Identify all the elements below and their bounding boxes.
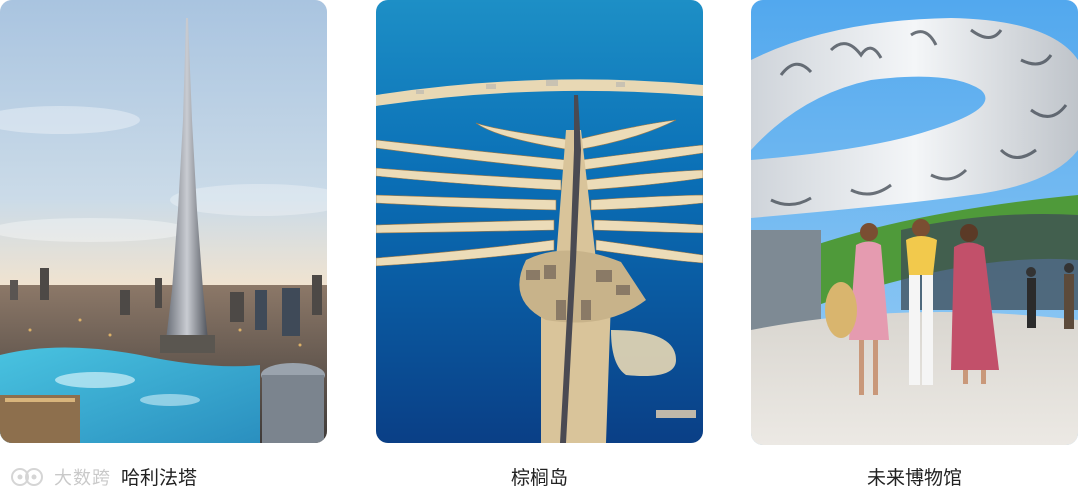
caption-burj-khalifa: 哈利法塔 — [120, 468, 197, 489]
burj-khalifa-image — [0, 0, 327, 443]
palm-island-image — [376, 0, 703, 443]
museum-of-future-image — [751, 0, 1078, 445]
watermark-text: 大数跨 — [54, 468, 111, 488]
watermark: 大数跨 — [10, 463, 111, 491]
burj-khalifa-card[interactable] — [0, 0, 327, 443]
caption-museum-of-future: 未来博物馆 — [866, 468, 962, 489]
caption-palm-island: 棕榈岛 — [510, 468, 568, 489]
palm-island-card[interactable] — [376, 0, 703, 443]
museum-of-future-card[interactable] — [751, 0, 1078, 445]
watermark-logo-icon — [11, 468, 43, 486]
